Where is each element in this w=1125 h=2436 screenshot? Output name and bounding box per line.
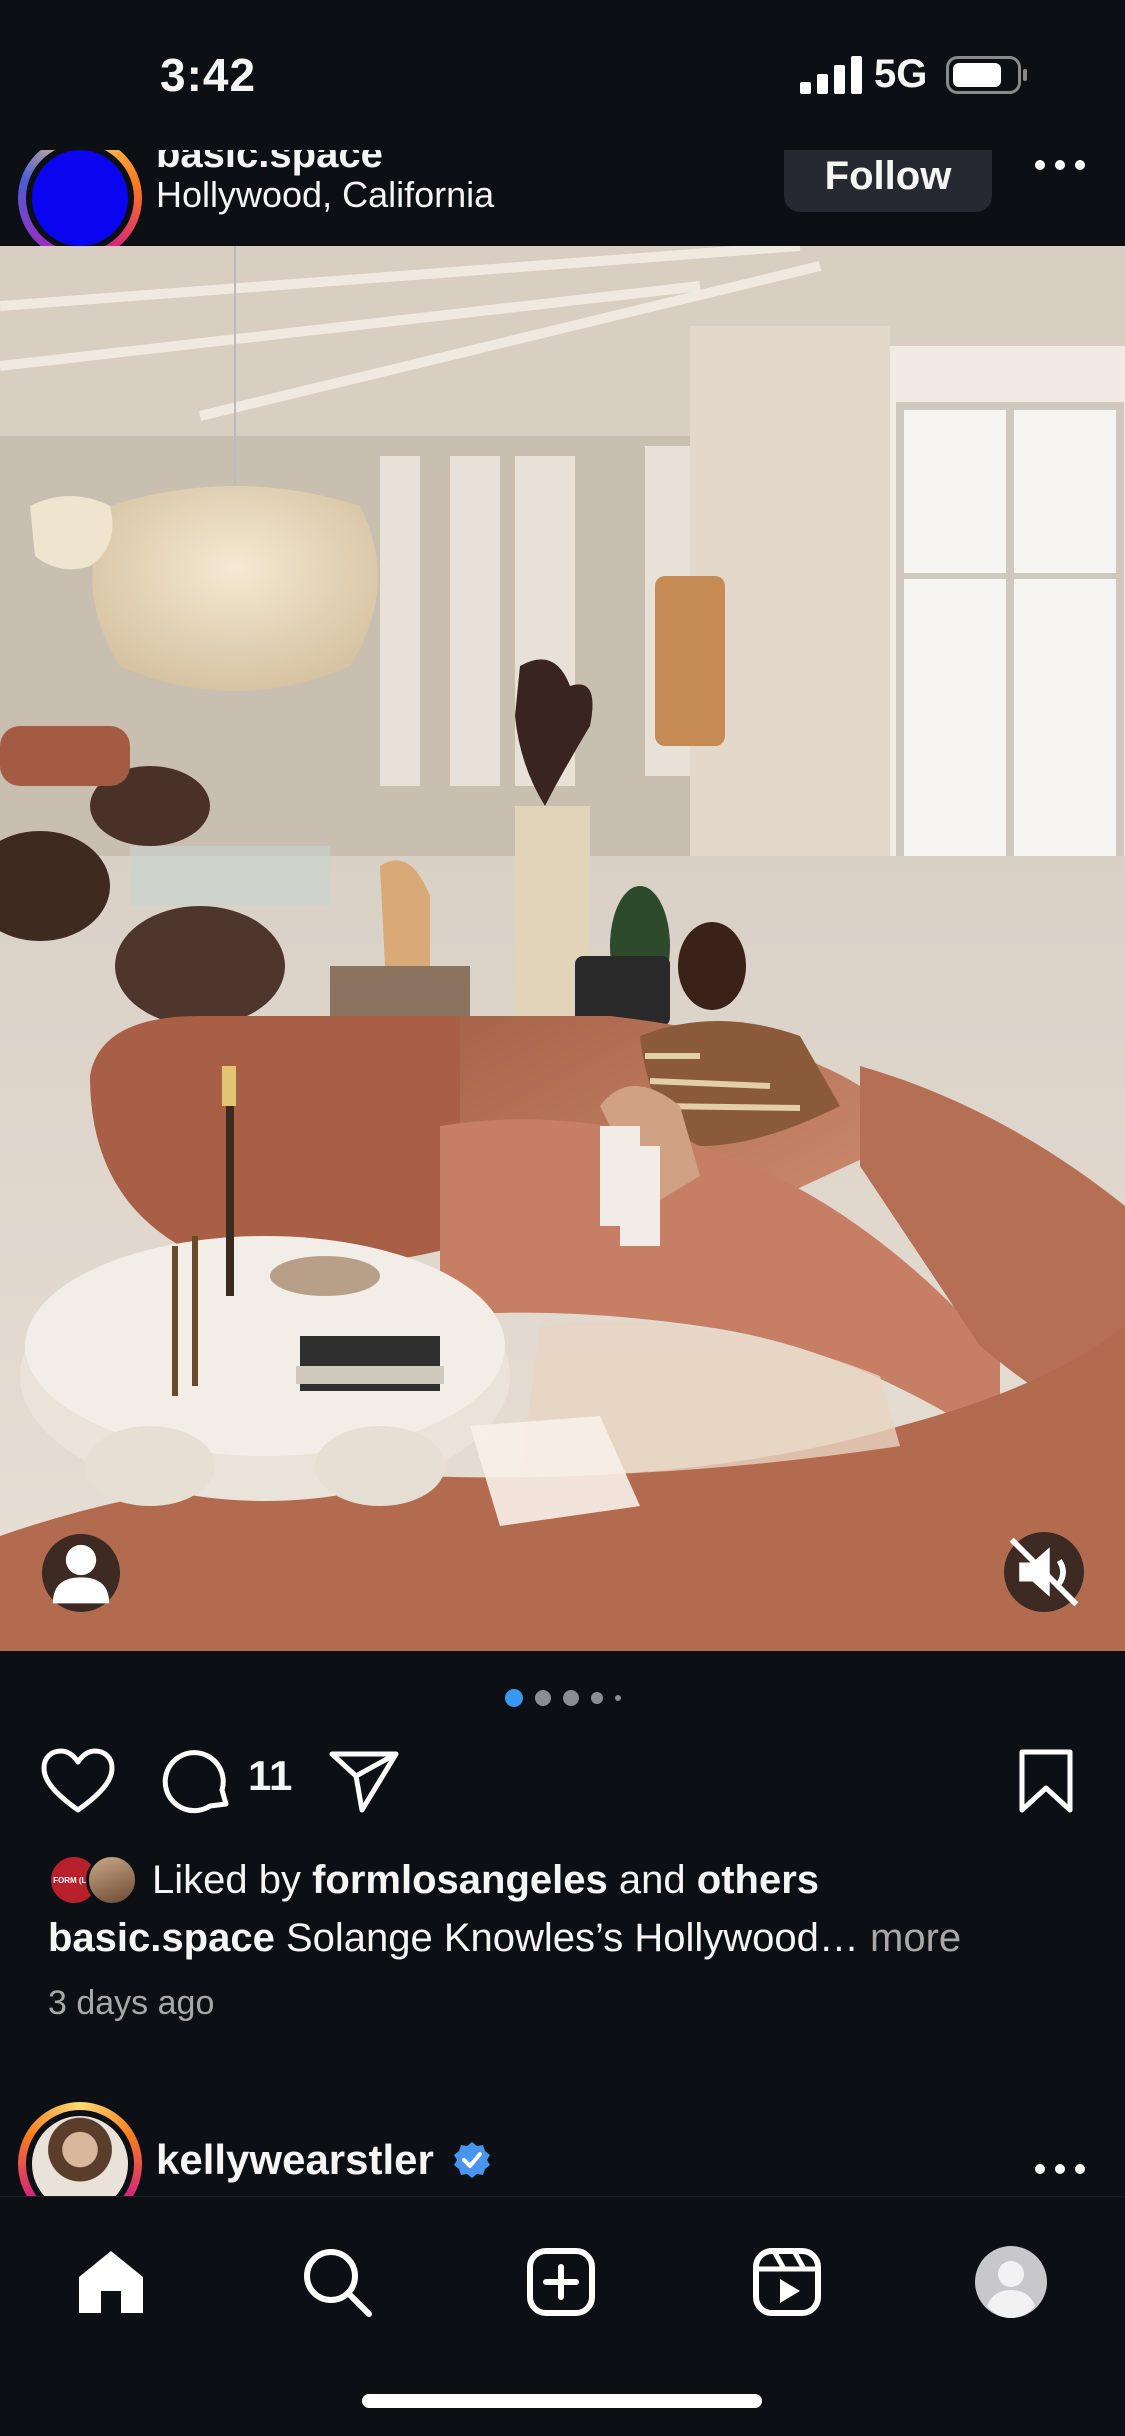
post-photo[interactable] — [0, 246, 1125, 1651]
carousel-dot — [562, 1690, 579, 1706]
speaker-muted-icon — [1009, 1537, 1079, 1607]
carousel-indicator — [0, 1686, 1125, 1710]
caption-more-link[interactable]: more — [870, 1916, 961, 1960]
comment-icon[interactable] — [162, 1746, 234, 1818]
comment-count[interactable]: 11 — [248, 1752, 292, 1800]
home-icon — [79, 2251, 143, 2313]
create-icon — [527, 2248, 595, 2316]
status-bar: 3:42 5G — [0, 0, 1125, 150]
person-icon — [52, 1544, 110, 1604]
tab-search[interactable] — [292, 2237, 382, 2327]
post-avatar[interactable] — [18, 150, 142, 246]
tab-profile[interactable] — [966, 2237, 1056, 2327]
carousel-dot — [614, 1695, 621, 1701]
likes-user[interactable]: formlosangeles — [312, 1858, 608, 1903]
signal-icon — [800, 56, 862, 94]
follow-button[interactable]: Follow — [784, 150, 992, 212]
caption-username[interactable]: basic.space — [48, 1916, 275, 1960]
likes-summary[interactable]: FORM (LA) Liked by formlosangeles and ot… — [48, 1852, 819, 1908]
likes-joiner: and — [618, 1857, 686, 1902]
search-icon — [304, 2249, 372, 2317]
post-location[interactable]: Hollywood, California — [156, 174, 494, 216]
network-type: 5G — [874, 52, 928, 96]
bookmark-icon[interactable] — [1016, 1748, 1076, 1814]
verified-badge-icon — [454, 2142, 490, 2178]
more-options-icon[interactable] — [1030, 150, 1090, 180]
next-post-avatar[interactable] — [18, 2102, 142, 2196]
more-options-icon[interactable] — [1030, 2154, 1090, 2184]
tab-reels[interactable] — [742, 2237, 832, 2327]
carousel-dot — [534, 1690, 551, 1706]
tab-home[interactable] — [66, 2237, 156, 2327]
profile-icon — [975, 2246, 1047, 2318]
post-header: basic.space Hollywood, California Follow — [0, 150, 1125, 246]
status-time: 3:42 — [160, 49, 257, 101]
carousel-dot — [590, 1692, 603, 1704]
post-timestamp: 3 days ago — [48, 1984, 215, 2022]
post-caption[interactable]: basic.space Solange Knowles’s Hollywood…… — [48, 1916, 961, 1961]
home-indicator[interactable] — [362, 2394, 762, 2408]
next-post-header: kellywearstler — [0, 2096, 1125, 2196]
tab-create[interactable] — [516, 2237, 606, 2327]
battery-icon — [946, 56, 1027, 94]
next-post-username[interactable]: kellywearstler — [156, 2136, 434, 2184]
caption-text: Solange Knowles’s Hollywood… — [285, 1916, 859, 1960]
likes-others[interactable]: others — [697, 1858, 819, 1903]
likes-prefix: Liked by — [152, 1857, 301, 1902]
like-heart-icon[interactable] — [40, 1748, 116, 1814]
reels-icon — [753, 2248, 821, 2316]
mute-button[interactable] — [1004, 1532, 1084, 1612]
liker-avatar — [86, 1854, 138, 1906]
post-actions: 11 — [0, 1740, 1125, 1820]
share-send-icon[interactable] — [328, 1748, 400, 1814]
post-username[interactable]: basic.space — [156, 150, 383, 177]
carousel-dot-active — [504, 1689, 523, 1707]
tagged-people-button[interactable] — [42, 1534, 120, 1612]
